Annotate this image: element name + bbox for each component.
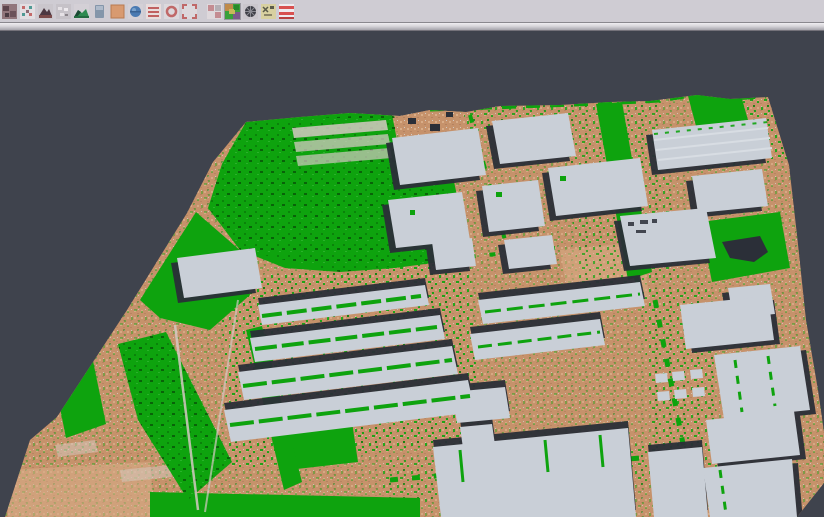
toolbar	[0, 0, 824, 22]
classified-point-cloud-scene	[0, 31, 824, 517]
red-stripes-icon[interactable]	[279, 4, 294, 19]
mottled-red-icon[interactable]	[2, 4, 17, 19]
application-window	[0, 0, 824, 517]
dark-mountain-icon[interactable]	[38, 4, 53, 19]
yellow-tag-icon[interactable]	[261, 4, 276, 19]
classification-mosaic-icon[interactable]	[225, 4, 240, 19]
blue-panel-icon[interactable]	[92, 4, 107, 19]
blue-sphere-icon[interactable]	[128, 4, 143, 19]
toolbar-divider	[0, 22, 824, 31]
orange-square-icon[interactable]	[110, 4, 125, 19]
checkerboard-icon[interactable]	[207, 4, 222, 19]
red-brackets-icon[interactable]	[182, 4, 197, 19]
dark-globe-icon[interactable]	[243, 4, 258, 19]
point-cloud-3d-viewport[interactable]	[0, 31, 824, 517]
green-terrain-icon[interactable]	[74, 4, 89, 19]
red-lines-icon[interactable]	[146, 4, 161, 19]
scatter-points-icon[interactable]	[20, 4, 35, 19]
pale-dots-icon[interactable]	[56, 4, 71, 19]
red-ring-icon[interactable]	[164, 4, 179, 19]
